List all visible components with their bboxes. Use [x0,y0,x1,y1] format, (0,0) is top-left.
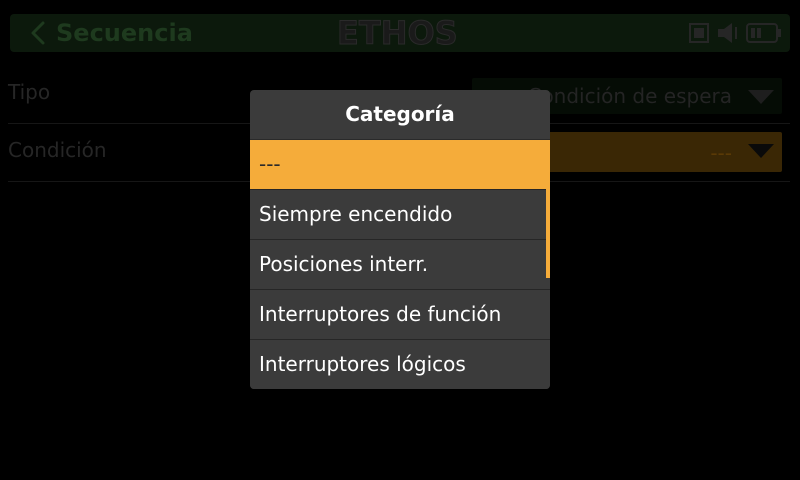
header-bar: Secuencia ETHOS [10,14,790,52]
list-item[interactable]: Interruptores de función [250,290,550,340]
page-title: Secuencia [56,19,193,47]
scrollbar[interactable] [546,140,550,278]
list-item[interactable]: Posiciones interr. [250,240,550,290]
list-item[interactable]: --- [250,140,550,190]
chevron-down-icon [748,90,774,104]
row-label-condicion: Condición [8,138,107,162]
condicion-value: --- [710,141,732,165]
category-popup: Categoría --- Siempre encendido Posicion… [250,90,550,389]
list-item[interactable]: Interruptores lógicos [250,340,550,389]
list-item[interactable]: Siempre encendido [250,190,550,240]
category-list: --- Siempre encendido Posiciones interr.… [250,140,550,389]
tipo-value: Condición de espera [527,84,732,108]
svg-text:ETHOS: ETHOS [337,15,458,49]
speaker-icon [718,23,737,43]
ethos-logo: ETHOS [337,15,458,49]
battery-icon [746,23,781,43]
popup-title: Categoría [250,90,550,140]
chevron-down-icon [748,144,774,158]
sd-card-icon [689,23,709,43]
row-label-tipo: Tipo [8,80,51,104]
status-icons [688,21,782,45]
back-icon[interactable] [26,20,52,46]
